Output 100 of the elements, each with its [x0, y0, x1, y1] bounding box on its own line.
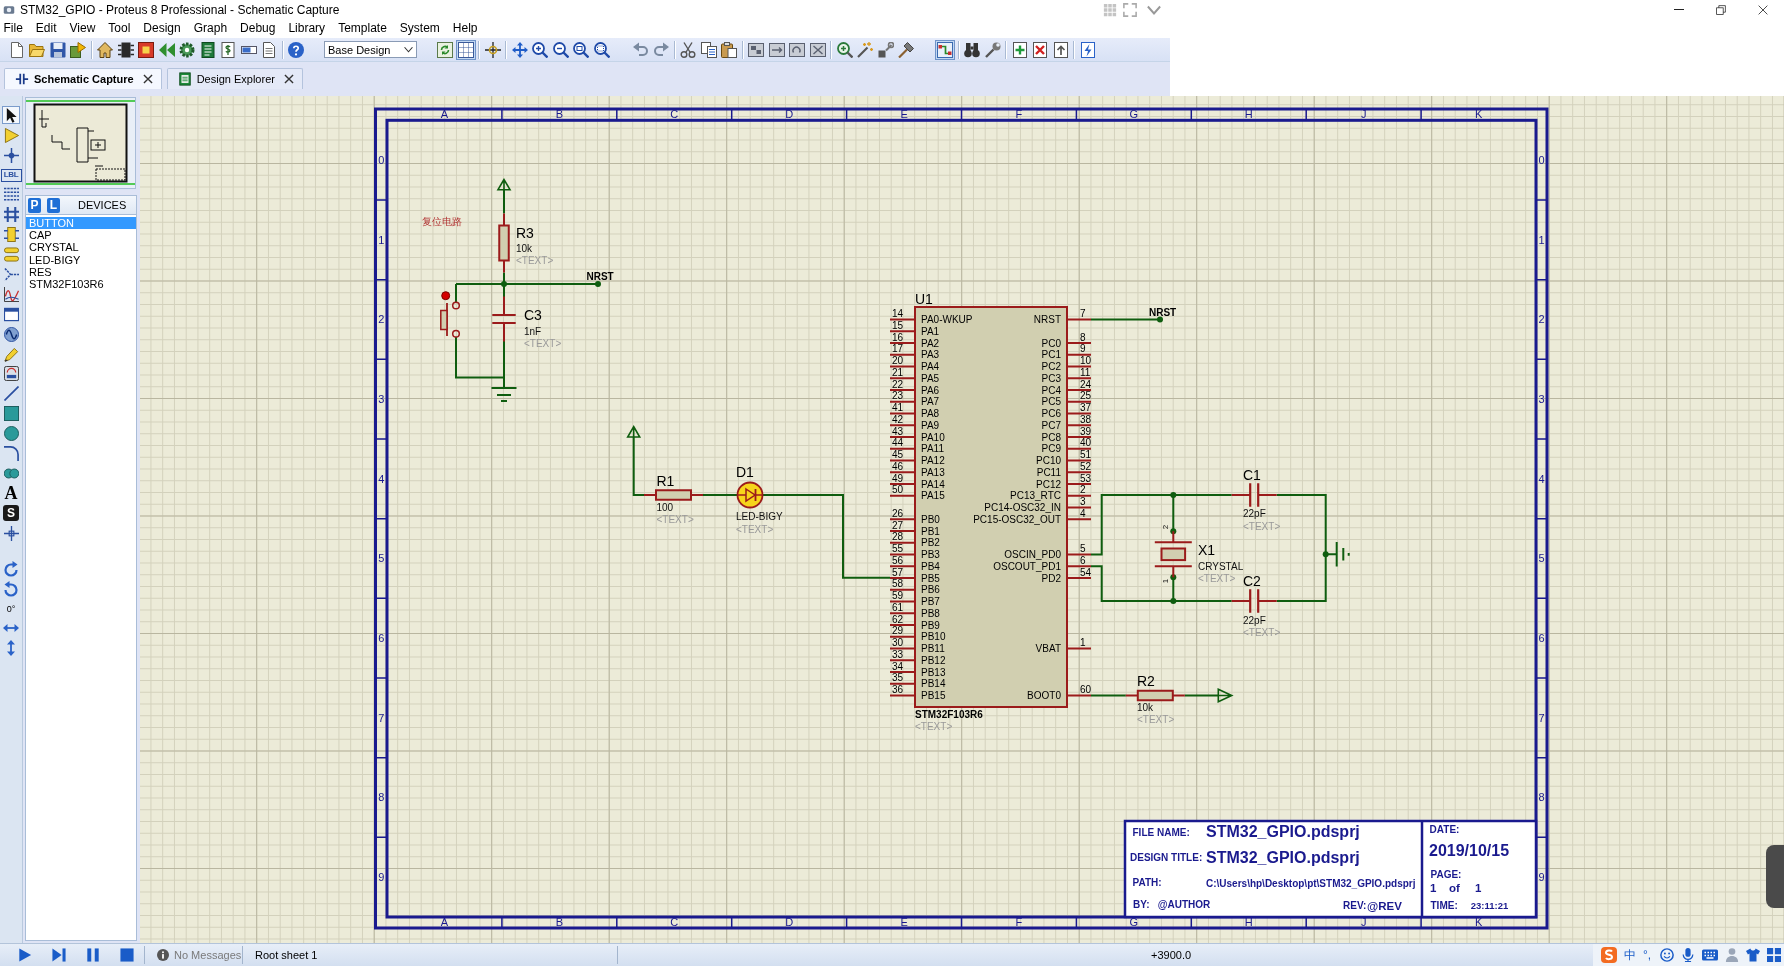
paste-icon[interactable]: [721, 41, 737, 58]
refresh-icon[interactable]: [437, 41, 453, 58]
close-icon[interactable]: [1758, 4, 1768, 15]
menu-item[interactable]: Template: [331, 20, 394, 37]
smiley-icon[interactable]: [1660, 948, 1674, 962]
menu-item[interactable]: Help: [446, 20, 485, 37]
home-icon[interactable]: [97, 41, 113, 58]
microphone-icon[interactable]: [1681, 948, 1695, 962]
binoculars-icon[interactable]: [964, 41, 980, 58]
zoom-out-icon[interactable]: [552, 41, 569, 58]
keyboard-icon[interactable]: [1702, 947, 1718, 963]
shirt-icon[interactable]: [1746, 948, 1760, 962]
design-selector[interactable]: Base Design: [324, 41, 417, 58]
close-icon[interactable]: [142, 74, 153, 84]
junction-tool[interactable]: [2, 146, 20, 165]
rotation-field[interactable]: 0°: [6, 599, 16, 618]
new-file-icon[interactable]: [8, 41, 25, 58]
tab[interactable]: Design Explorer: [166, 68, 303, 89]
subcircuit-tool[interactable]: [2, 225, 20, 244]
zoom-area-icon[interactable]: [593, 41, 610, 58]
component-value: 1nF: [524, 326, 542, 337]
rotate-clockwise-icon[interactable]: [3, 560, 19, 577]
step-forward-icon[interactable]: [52, 948, 66, 962]
menu-item[interactable]: Library: [281, 20, 332, 37]
pin-stick-icon[interactable]: [984, 41, 1001, 58]
list-item[interactable]: STM32F103R6: [26, 277, 136, 291]
app-logo-icon[interactable]: [1601, 947, 1617, 963]
list-item[interactable]: CRYSTAL: [26, 241, 136, 254]
lightning-document-icon[interactable]: [1079, 41, 1096, 58]
move-arrows-icon[interactable]: [511, 41, 528, 58]
pin-number: 55: [892, 543, 904, 554]
mode-button[interactable]: P: [28, 197, 41, 213]
magnifier-plus-icon[interactable]: [836, 41, 853, 58]
help-icon[interactable]: [288, 41, 304, 58]
package-arrow-icon[interactable]: [70, 41, 86, 58]
redo-icon[interactable]: [653, 41, 669, 58]
label-tool[interactable]: LBL: [0, 168, 22, 182]
wire-route-toggle-button[interactable]: [935, 39, 955, 60]
list-item[interactable]: RES: [26, 265, 136, 278]
block-move-icon[interactable]: [768, 41, 785, 58]
copy-icon[interactable]: [700, 41, 717, 58]
open-folder-icon[interactable]: [29, 41, 45, 58]
menu-item[interactable]: File: [0, 20, 30, 37]
meter-tool[interactable]: [2, 364, 20, 383]
rotate-counterclockwise-icon[interactable]: [3, 580, 19, 597]
circle-tool[interactable]: [2, 424, 20, 443]
bus-tool[interactable]: [2, 205, 20, 224]
undo-icon[interactable]: [632, 41, 649, 58]
mode-button[interactable]: L: [47, 197, 60, 213]
document-icon[interactable]: [261, 41, 277, 58]
menu-item[interactable]: Debug: [233, 20, 282, 37]
tab[interactable]: Schematic Capture: [4, 68, 162, 89]
floating-widget[interactable]: [1766, 845, 1784, 908]
scissors-icon[interactable]: [680, 41, 696, 58]
list-item[interactable]: CAP: [26, 229, 136, 242]
dollar-document-icon[interactable]: [220, 41, 236, 58]
chip-icon[interactable]: [117, 41, 134, 58]
delete-sheet-icon[interactable]: [1032, 41, 1048, 58]
block-delete-icon[interactable]: [809, 41, 826, 58]
menu-item[interactable]: System: [393, 20, 447, 37]
line-tool[interactable]: [2, 384, 20, 403]
play-icon[interactable]: [18, 948, 32, 962]
circuit-board-icon[interactable]: [138, 41, 154, 58]
pointer-tool[interactable]: [2, 106, 20, 125]
marker-tool[interactable]: [2, 524, 20, 543]
block-copy-icon[interactable]: [748, 41, 764, 58]
menu-item[interactable]: Design: [136, 20, 188, 37]
zoom-fit-icon[interactable]: [573, 41, 589, 58]
window-tool[interactable]: [2, 305, 20, 324]
overview-thumbnail[interactable]: [25, 97, 136, 189]
pause-icon[interactable]: [86, 948, 100, 962]
add-sheet-icon[interactable]: [1011, 41, 1028, 58]
symbol-tool[interactable]: S: [3, 505, 19, 522]
terminal-tool[interactable]: [2, 245, 20, 264]
restore-icon[interactable]: [1716, 4, 1726, 15]
menu-item[interactable]: Graph: [187, 20, 234, 37]
language-indicator[interactable]: 中: [1624, 946, 1636, 964]
list-document-icon[interactable]: [199, 41, 216, 58]
text-tool[interactable]: A: [2, 484, 20, 503]
arc-tool[interactable]: [2, 444, 20, 463]
wand-icon[interactable]: [857, 41, 873, 58]
gear-icon[interactable]: [179, 41, 195, 58]
grid-toggle-button[interactable]: [455, 39, 476, 60]
status-message[interactable]: No Messages: [174, 949, 240, 961]
close-icon[interactable]: [283, 74, 294, 84]
canvas-grid[interactable]: [140, 96, 1784, 943]
graph-tool[interactable]: [2, 285, 20, 304]
crosshair-icon[interactable]: [484, 41, 501, 58]
menu-item[interactable]: View: [63, 20, 102, 37]
menu-item[interactable]: Edit: [29, 20, 64, 37]
hammer-icon[interactable]: [898, 41, 914, 58]
list-item[interactable]: LED-BIGY: [26, 253, 136, 266]
square-tool[interactable]: [2, 404, 20, 423]
zoom-in-icon[interactable]: [532, 41, 548, 58]
punctuation-indicator[interactable]: °,: [1643, 948, 1653, 962]
grid-icon[interactable]: [1767, 948, 1781, 962]
menu-item[interactable]: Tool: [101, 20, 137, 37]
block-rotate-icon[interactable]: [789, 41, 805, 58]
chip-stick-icon[interactable]: [877, 41, 894, 58]
sine-wave-tool[interactable]: [2, 325, 20, 344]
